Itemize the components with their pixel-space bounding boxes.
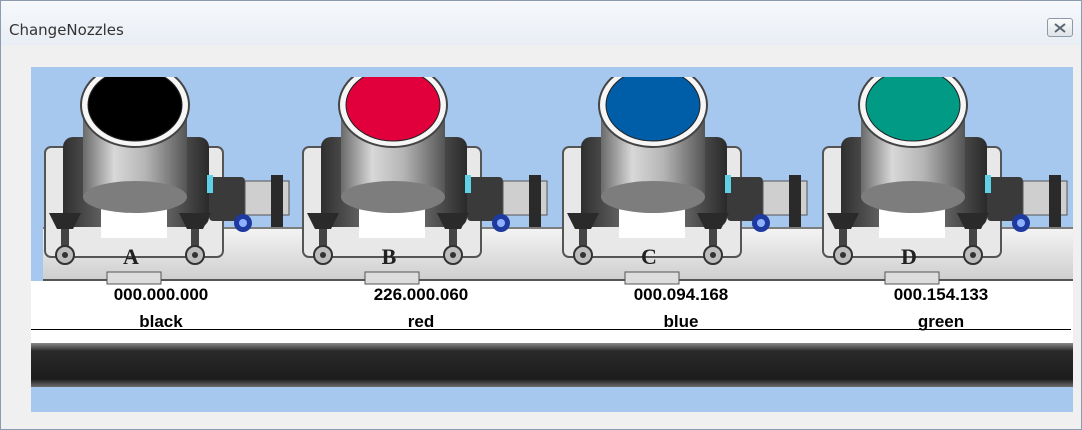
nozzle-letter: A [123,244,139,269]
nozzle-blue[interactable]: C [559,77,821,287]
nozzle-letter: B [382,244,397,269]
nozzle-color-name: green [917,312,965,331]
nozzle-code: 000.000.000 [113,285,209,304]
nozzle-code: 000.154.133 [893,285,989,304]
nozzle-letter: C [641,244,657,269]
nozzle-color-name: blue [663,312,699,331]
close-icon [1054,22,1066,33]
nozzle-color-name: red [407,312,435,331]
title-bar: ChangeNozzles [1,1,1081,45]
change-nozzles-window: ChangeNozzles A 000.000.000 black B 226.… [0,0,1082,430]
nozzle-color-name: black [139,312,183,331]
window-title: ChangeNozzles [9,21,124,39]
conveyor-belt [31,343,1073,387]
nozzle-black[interactable]: A [41,77,303,287]
nozzle-code: 000.094.168 [633,285,729,304]
nozzle-letter: D [901,244,917,269]
nozzle-red[interactable]: B [299,77,561,287]
nozzle-panel: A 000.000.000 black B 226.000.060 red C … [31,67,1073,412]
nozzle-code: 226.000.060 [373,285,469,304]
nozzle-green[interactable]: D [819,77,1073,287]
close-button[interactable] [1047,18,1073,37]
